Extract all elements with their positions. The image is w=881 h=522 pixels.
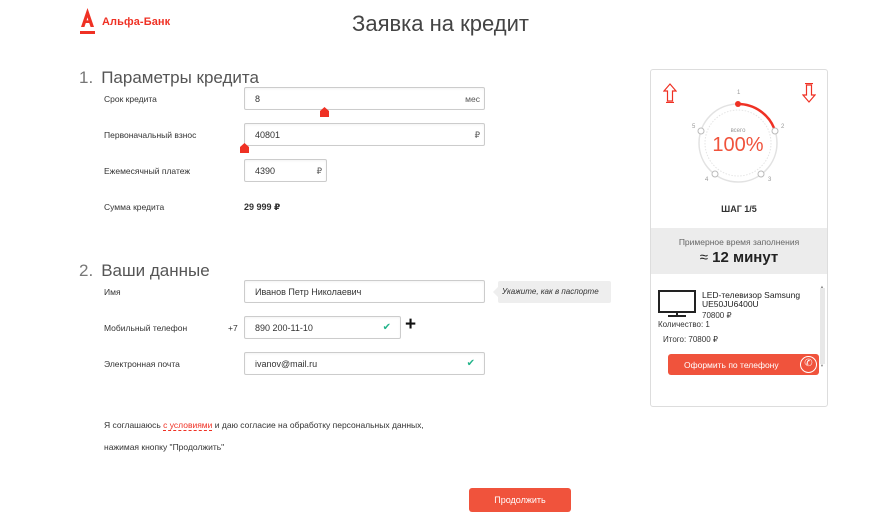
step-number: 4 bbox=[705, 177, 709, 183]
currency-icon: ₽ bbox=[316, 166, 322, 176]
email-value: ivanov@mail.ru bbox=[255, 359, 318, 369]
name-field[interactable]: Иванов Петр Николаевич bbox=[244, 280, 485, 303]
step-dot-3 bbox=[757, 170, 765, 178]
credit-sum-label: Сумма кредита bbox=[104, 202, 165, 212]
section-your-data-title: 2. Ваши данные bbox=[79, 261, 210, 281]
product-price: 70800 ₽ bbox=[702, 311, 732, 320]
progress-value: 100% bbox=[712, 134, 763, 156]
order-by-phone-label: Оформить по телефону bbox=[684, 360, 779, 370]
progress-arc bbox=[737, 102, 776, 131]
term-value: 8 bbox=[255, 94, 261, 104]
email-label: Электронная почта bbox=[104, 359, 180, 369]
step-dot-5 bbox=[697, 127, 705, 135]
add-phone-button[interactable]: + bbox=[405, 314, 416, 336]
tv-icon bbox=[658, 290, 696, 317]
section-credit-params-title: 1. Параметры кредита bbox=[79, 68, 259, 88]
section-title-text: Ваши данные bbox=[101, 261, 210, 280]
step-label: ШАГ 1/5 bbox=[721, 204, 757, 214]
credit-sum-value: 29 999 ₽ bbox=[244, 202, 281, 212]
name-tooltip: Укажите, как в паспорте bbox=[493, 281, 611, 303]
time-estimate: Примерное время заполнения ≈ 12 минут bbox=[651, 228, 827, 274]
progress-panel: 1 2 3 4 5 всего 100% ШАГ 1/5 Примерное в… bbox=[650, 69, 828, 407]
monthly-payment-field[interactable]: 4390 ₽ bbox=[244, 159, 327, 182]
email-field[interactable]: ivanov@mail.ru ✔ bbox=[244, 352, 485, 375]
agreement-text-line2: нажимая кнопку "Продолжить" bbox=[104, 442, 225, 452]
agreement-text-end: и даю согласие на обработку персональных… bbox=[212, 420, 424, 430]
down-payment-value: 40801 bbox=[255, 130, 281, 140]
product-summary: LED-телевизор Samsung UE50JU6400U 70800 … bbox=[651, 284, 827, 406]
page-title: Заявка на кредит bbox=[352, 11, 529, 36]
section-number: 2. bbox=[79, 261, 94, 280]
term-label: Срок кредита bbox=[104, 94, 157, 104]
terms-link[interactable]: с условиями bbox=[163, 420, 213, 431]
arrow-up-icon[interactable] bbox=[663, 83, 677, 103]
currency-icon: ₽ bbox=[474, 130, 480, 140]
arrow-down-icon[interactable] bbox=[802, 83, 816, 103]
time-value-row: ≈ 12 минут bbox=[651, 249, 827, 266]
check-icon: ✔ bbox=[382, 322, 391, 333]
step-number: 3 bbox=[768, 177, 772, 183]
product-name: LED-телевизор Samsung UE50JU6400U bbox=[702, 290, 801, 309]
phone-value: 890 200-11-10 bbox=[255, 323, 313, 333]
section-title-text: Параметры кредита bbox=[101, 68, 259, 87]
agreement-text-start: Я соглашаюсь bbox=[104, 420, 164, 430]
check-icon: ✔ bbox=[466, 358, 475, 369]
step-dot-4 bbox=[711, 170, 719, 178]
time-value: 12 минут bbox=[712, 249, 779, 266]
step-dot-1 bbox=[735, 101, 741, 107]
progress-ring: 1 2 3 4 5 всего 100% bbox=[692, 90, 785, 183]
step-number: 1 bbox=[737, 90, 741, 96]
phone-label: Мобильный телефон bbox=[104, 323, 188, 333]
order-by-phone-button[interactable]: Оформить по телефону ✆ bbox=[668, 354, 819, 375]
phone-field[interactable]: 890 200-11-10 ✔ bbox=[244, 316, 401, 339]
down-payment-field[interactable]: 40801 ₽ bbox=[244, 123, 485, 146]
approx-symbol: ≈ bbox=[699, 249, 708, 266]
monthly-payment-label: Ежемесячный платеж bbox=[104, 166, 191, 176]
phone-prefix: +7 bbox=[228, 323, 238, 333]
phone-icon: ✆ bbox=[800, 356, 817, 373]
order-total: Итого: 70800 ₽ bbox=[663, 335, 718, 344]
term-suffix: мес bbox=[465, 94, 480, 104]
continue-button[interactable]: Продолжить bbox=[469, 488, 571, 512]
step-number: 5 bbox=[692, 124, 696, 130]
down-payment-label: Первоначальный взнос bbox=[104, 130, 197, 140]
name-value: Иванов Петр Николаевич bbox=[255, 287, 362, 297]
agreement-text: Я соглашаюсь с условиями и даю согласие … bbox=[104, 414, 424, 458]
term-field[interactable]: 8 мес bbox=[244, 87, 485, 110]
time-caption: Примерное время заполнения bbox=[678, 237, 800, 247]
monthly-payment-value: 4390 bbox=[255, 166, 276, 176]
section-number: 1. bbox=[79, 68, 94, 87]
product-quantity: Количество: 1 bbox=[658, 320, 710, 329]
step-number: 2 bbox=[781, 124, 785, 130]
step-dot-2 bbox=[771, 127, 779, 135]
name-label: Имя bbox=[104, 287, 121, 297]
